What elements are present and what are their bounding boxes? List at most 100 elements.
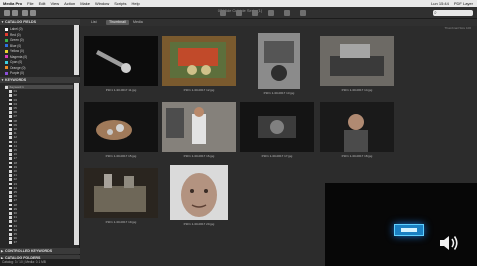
checkbox[interactable] xyxy=(9,178,12,181)
settings-icon[interactable] xyxy=(300,10,306,16)
label-filter-row[interactable]: Blue (0) xyxy=(5,44,77,48)
label-name: Yellow (0) xyxy=(10,49,24,53)
checkbox[interactable] xyxy=(9,127,12,131)
panel-controlled-keywords[interactable]: ▶ CONTROLLED KEYWORDS xyxy=(0,248,80,254)
thumbnail-caption: P1F1 1-30-0017 13.jpg xyxy=(263,91,295,95)
label-filter-row[interactable]: Orange (0) xyxy=(5,66,77,70)
thumbnail-6[interactable] xyxy=(162,102,236,152)
list-icon[interactable] xyxy=(30,10,36,16)
scrollbar-keywords[interactable] xyxy=(74,83,79,245)
forward-icon[interactable] xyxy=(12,10,18,16)
menubar-user[interactable]: PDF Layer xyxy=(454,1,473,6)
disclosure-triangle-icon[interactable]: ▶ xyxy=(1,248,3,254)
thumbnail-7[interactable] xyxy=(240,102,314,152)
export-icon[interactable] xyxy=(236,10,242,16)
label-filter-row[interactable]: Label (0) xyxy=(5,27,77,31)
menu-help[interactable]: Help xyxy=(131,1,139,6)
checkbox[interactable] xyxy=(9,186,12,190)
label-filter-row[interactable]: Green (0) xyxy=(5,38,77,42)
label-name: Purple (0) xyxy=(10,71,24,75)
checkbox[interactable] xyxy=(9,90,12,93)
scrollbar-labels[interactable] xyxy=(74,25,79,75)
rotate-icon[interactable] xyxy=(268,10,274,16)
menu-window[interactable]: Window xyxy=(95,1,109,6)
checkbox[interactable] xyxy=(9,123,12,127)
checkbox[interactable] xyxy=(9,195,12,198)
thumbnail-1[interactable] xyxy=(84,36,158,86)
disclosure-triangle-icon[interactable]: ▼ xyxy=(1,19,4,25)
thumbnail-10[interactable] xyxy=(170,165,228,220)
tab-thumbnail[interactable]: Thumbnail xyxy=(106,20,129,25)
menu-file[interactable]: File xyxy=(27,1,33,6)
thumbnail-5[interactable] xyxy=(84,102,158,152)
grid-icon[interactable] xyxy=(22,10,28,16)
menu-view[interactable]: View xyxy=(50,1,59,6)
panel-keywords[interactable]: ▼ KEYWORDS xyxy=(0,77,80,83)
checkbox[interactable] xyxy=(9,174,12,177)
sidebar: ▼ CATALOG FIELDS Label (0) Red (0) Green (… xyxy=(0,19,80,266)
checkbox[interactable] xyxy=(9,140,12,144)
label-filter-row[interactable]: Purple (0) xyxy=(5,71,77,75)
checkbox[interactable] xyxy=(9,228,12,232)
search-input[interactable]: ⌕ xyxy=(433,10,473,16)
checkbox[interactable] xyxy=(9,165,12,169)
checkbox[interactable] xyxy=(9,94,12,97)
checkbox[interactable] xyxy=(9,199,12,202)
checkbox[interactable] xyxy=(9,136,12,139)
checkbox[interactable] xyxy=(9,111,12,114)
label-filter-row[interactable]: Red (0) xyxy=(5,33,77,37)
label-filter-row[interactable]: Cyan (0) xyxy=(5,60,77,64)
video-overlay xyxy=(325,183,477,266)
thumbnail-2[interactable] xyxy=(162,36,236,86)
checkbox[interactable] xyxy=(9,182,12,186)
thumbnail-4[interactable] xyxy=(320,36,394,86)
checkbox[interactable] xyxy=(9,203,12,207)
panel-catalog-fields[interactable]: ▼ CATALOG FIELDS xyxy=(0,19,80,25)
menu-scripts[interactable]: Scripts xyxy=(114,1,126,6)
thumbnail-caption: P1F1 1-30-0017 11.jpg xyxy=(105,88,137,92)
back-icon[interactable] xyxy=(4,10,10,16)
disclosure-triangle-icon[interactable]: ▼ xyxy=(1,77,4,83)
checkbox[interactable] xyxy=(9,148,12,152)
menu-make[interactable]: Make xyxy=(80,1,90,6)
checkbox[interactable] xyxy=(9,106,12,110)
checkbox[interactable] xyxy=(9,207,12,211)
checkbox[interactable] xyxy=(9,119,12,123)
checkbox[interactable] xyxy=(9,220,12,223)
checkbox[interactable] xyxy=(9,224,12,228)
checkbox[interactable] xyxy=(9,190,12,194)
menu-edit[interactable]: Edit xyxy=(39,1,46,6)
checkbox[interactable] xyxy=(9,115,12,118)
checkbox[interactable] xyxy=(9,98,12,102)
checkbox[interactable] xyxy=(9,153,12,156)
checkbox[interactable] xyxy=(9,232,12,236)
checkbox[interactable] xyxy=(9,241,12,244)
checkbox[interactable] xyxy=(5,85,8,89)
speaker-icon[interactable] xyxy=(438,233,460,253)
tab-list[interactable]: List xyxy=(88,20,100,25)
thumbnail-9[interactable] xyxy=(84,168,158,218)
checkbox[interactable] xyxy=(9,102,12,106)
tab-media[interactable]: Media xyxy=(130,20,146,25)
panel-title: CONTROLLED KEYWORDS xyxy=(5,249,53,253)
thumbnail-caption: P1F1 1-30-0017 15.jpg xyxy=(105,154,137,158)
keyword-row[interactable]: 37 xyxy=(9,240,77,244)
edit-icon[interactable] xyxy=(284,10,290,16)
checkbox[interactable] xyxy=(9,211,12,215)
menu-action[interactable]: Action xyxy=(64,1,75,6)
menu-app[interactable]: Media Pro xyxy=(3,1,22,6)
checkbox[interactable] xyxy=(9,144,12,148)
label-filter-row[interactable]: Magenta (0) xyxy=(5,55,77,59)
checkbox[interactable] xyxy=(9,216,12,219)
checkbox[interactable] xyxy=(9,237,12,240)
thumbnail-8[interactable] xyxy=(320,102,394,152)
label-filter-row[interactable]: Yellow (0) xyxy=(5,49,77,53)
checkbox[interactable] xyxy=(9,132,12,135)
color-swatch-icon xyxy=(5,60,8,64)
thumbnail-3[interactable] xyxy=(258,33,300,89)
checkbox[interactable] xyxy=(9,157,12,160)
checkbox[interactable] xyxy=(9,161,12,165)
checkbox[interactable] xyxy=(9,169,12,173)
import-icon[interactable] xyxy=(220,10,226,16)
slideshow-icon[interactable] xyxy=(252,10,258,16)
